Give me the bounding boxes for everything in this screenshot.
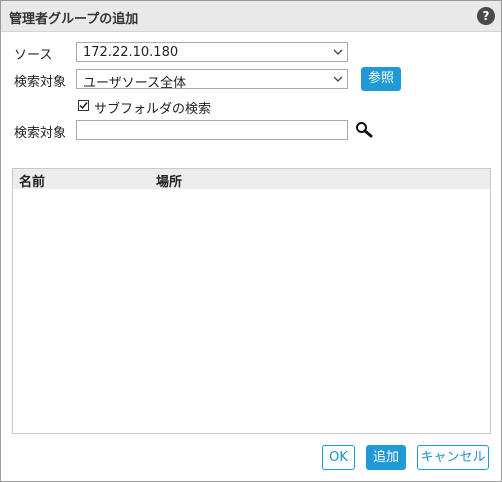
dialog-title: 管理者グループの追加	[9, 12, 139, 27]
scope-label: 検索対象	[14, 75, 67, 90]
chevron-down-icon	[333, 76, 343, 82]
results-table: 名前 場所	[12, 168, 491, 434]
search-input[interactable]	[76, 120, 348, 140]
search-label: 検索対象	[14, 126, 67, 141]
help-icon[interactable]: ?	[477, 7, 495, 25]
subfolder-checkbox[interactable]	[78, 100, 89, 111]
checkmark-icon	[79, 102, 88, 110]
chevron-down-icon	[333, 49, 343, 55]
browse-button[interactable]: 参照	[361, 67, 401, 91]
cancel-button[interactable]: キャンセル	[417, 445, 489, 470]
column-header-location[interactable]: 場所	[156, 171, 182, 190]
add-button[interactable]: 追加	[366, 445, 406, 470]
table-header: 名前 場所	[13, 169, 490, 190]
add-admin-group-dialog: 管理者グループの追加 ? ソース 172.22.10.180 検索対象 ユーザソ…	[0, 0, 502, 482]
column-header-name[interactable]: 名前	[19, 171, 45, 190]
search-icon[interactable]	[355, 121, 375, 139]
source-label: ソース	[14, 48, 53, 63]
ok-button[interactable]: OK	[322, 445, 355, 470]
scope-value: ユーザソース全体	[83, 76, 187, 91]
subfolder-label: サブフォルダの検索	[94, 102, 212, 117]
title-bar: 管理者グループの追加 ?	[1, 1, 501, 32]
source-value: 172.22.10.180	[83, 45, 179, 60]
source-select[interactable]: 172.22.10.180	[76, 42, 348, 62]
scope-select[interactable]: ユーザソース全体	[76, 69, 348, 91]
